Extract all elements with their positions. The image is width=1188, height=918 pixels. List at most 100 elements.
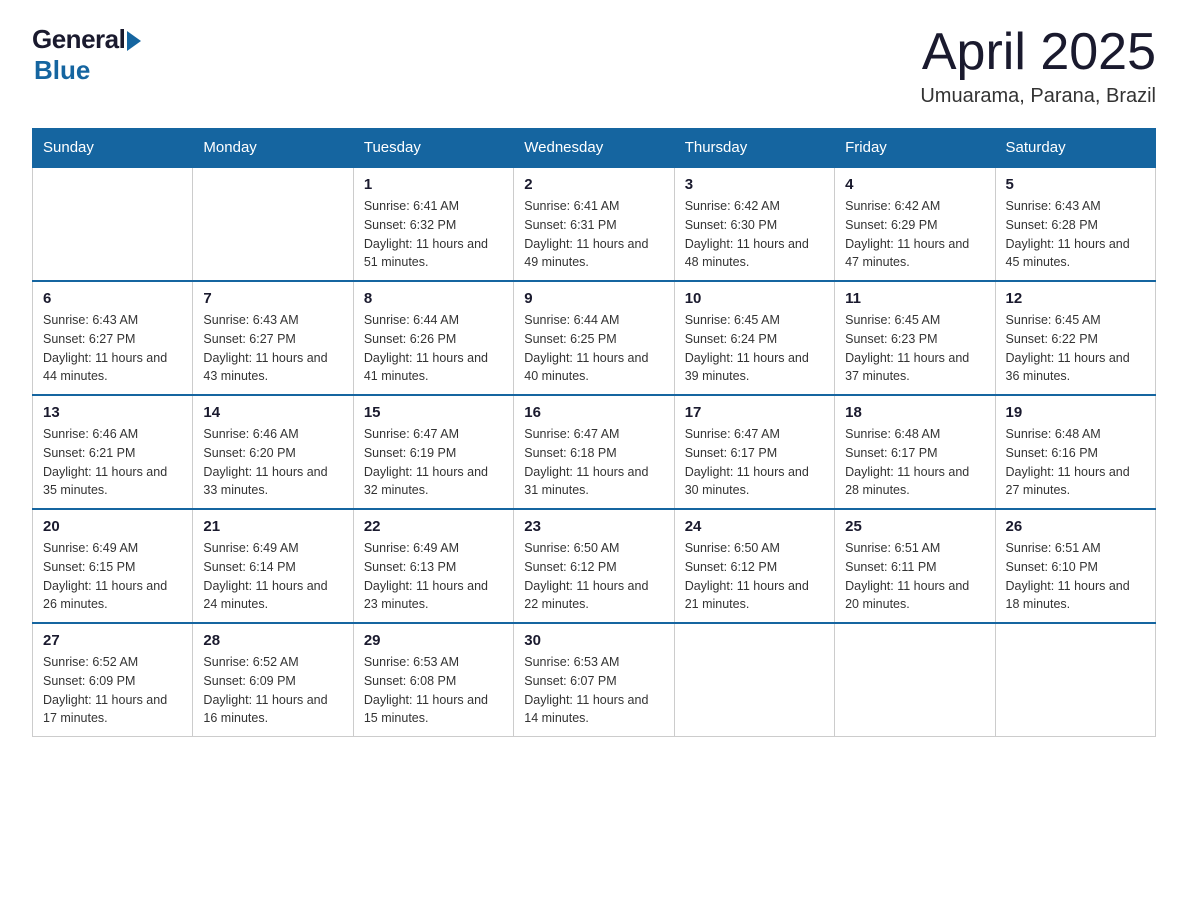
- day-number: 5: [1006, 176, 1145, 193]
- day-info: Sunrise: 6:47 AMSunset: 6:17 PMDaylight:…: [685, 425, 824, 500]
- day-info: Sunrise: 6:44 AMSunset: 6:26 PMDaylight:…: [364, 311, 503, 386]
- day-info: Sunrise: 6:42 AMSunset: 6:30 PMDaylight:…: [685, 197, 824, 272]
- day-info: Sunrise: 6:41 AMSunset: 6:31 PMDaylight:…: [524, 197, 663, 272]
- weekday-header-sunday: Sunday: [33, 129, 193, 168]
- location-text: Umuarama, Parana, Brazil: [920, 85, 1156, 108]
- day-info: Sunrise: 6:47 AMSunset: 6:19 PMDaylight:…: [364, 425, 503, 500]
- calendar-cell: 11 Sunrise: 6:45 AMSunset: 6:23 PMDayligh…: [835, 281, 995, 395]
- day-number: 7: [203, 290, 342, 307]
- day-info: Sunrise: 6:53 AMSunset: 6:08 PMDaylight:…: [364, 653, 503, 728]
- day-info: Sunrise: 6:50 AMSunset: 6:12 PMDaylight:…: [685, 539, 824, 614]
- logo: General Blue: [32, 24, 141, 86]
- calendar-cell: 10Sunrise: 6:45 AMSunset: 6:24 PMDayligh…: [674, 281, 834, 395]
- logo-arrow-icon: [127, 31, 141, 51]
- day-info: Sunrise: 6:53 AMSunset: 6:07 PMDaylight:…: [524, 653, 663, 728]
- day-number: 17: [685, 404, 824, 421]
- logo-blue-text: Blue: [34, 55, 90, 86]
- calendar-cell: [995, 623, 1155, 737]
- day-number: 22: [364, 518, 503, 535]
- day-number: 21: [203, 518, 342, 535]
- day-number: 26: [1006, 518, 1145, 535]
- calendar-cell: 4Sunrise: 6:42 AMSunset: 6:29 PMDaylight…: [835, 167, 995, 281]
- day-number: 23: [524, 518, 663, 535]
- calendar-cell: 16 Sunrise: 6:47 AMSunset: 6:18 PMDayligh…: [514, 395, 674, 509]
- week-row-4: 20 Sunrise: 6:49 AMSunset: 6:15 PMDayligh…: [33, 509, 1156, 623]
- calendar-cell: 26Sunrise: 6:51 AMSunset: 6:10 PMDayligh…: [995, 509, 1155, 623]
- day-info: Sunrise: 6:52 AMSunset: 6:09 PMDaylight:…: [43, 653, 182, 728]
- calendar-cell: [193, 167, 353, 281]
- week-row-2: 6 Sunrise: 6:43 AMSunset: 6:27 PMDaylight…: [33, 281, 1156, 395]
- calendar-cell: [33, 167, 193, 281]
- calendar-table: SundayMondayTuesdayWednesdayThursdayFrid…: [32, 128, 1156, 737]
- calendar-cell: 27 Sunrise: 6:52 AMSunset: 6:09 PMDayligh…: [33, 623, 193, 737]
- weekday-header-tuesday: Tuesday: [353, 129, 513, 168]
- title-block: April 2025 Umuarama, Parana, Brazil: [920, 24, 1156, 108]
- day-info: Sunrise: 6:49 AMSunset: 6:14 PMDaylight:…: [203, 539, 342, 614]
- calendar-cell: 28Sunrise: 6:52 AMSunset: 6:09 PMDayligh…: [193, 623, 353, 737]
- day-number: 4: [845, 176, 984, 193]
- day-number: 30: [524, 632, 663, 649]
- day-number: 18: [845, 404, 984, 421]
- day-number: 1: [364, 176, 503, 193]
- weekday-header-wednesday: Wednesday: [514, 129, 674, 168]
- calendar-cell: 25 Sunrise: 6:51 AMSunset: 6:11 PMDayligh…: [835, 509, 995, 623]
- calendar-cell: 6Sunrise: 6:43 AMSunset: 6:27 PMDaylight…: [33, 281, 193, 395]
- day-info: Sunrise: 6:49 AMSunset: 6:15 PMDaylight:…: [43, 539, 182, 614]
- day-info: Sunrise: 6:44 AMSunset: 6:25 PMDaylight:…: [524, 311, 663, 386]
- day-number: 11: [845, 290, 984, 307]
- month-title: April 2025: [920, 24, 1156, 81]
- calendar-cell: [674, 623, 834, 737]
- day-info: Sunrise: 6:46 AMSunset: 6:21 PMDaylight:…: [43, 425, 182, 500]
- calendar-cell: 30 Sunrise: 6:53 AMSunset: 6:07 PMDayligh…: [514, 623, 674, 737]
- calendar-cell: 13 Sunrise: 6:46 AMSunset: 6:21 PMDayligh…: [33, 395, 193, 509]
- day-number: 20: [43, 518, 182, 535]
- day-number: 10: [685, 290, 824, 307]
- logo-general-text: General: [32, 24, 125, 55]
- calendar-cell: 19 Sunrise: 6:48 AMSunset: 6:16 PMDayligh…: [995, 395, 1155, 509]
- day-info: Sunrise: 6:45 AMSunset: 6:22 PMDaylight:…: [1006, 311, 1145, 386]
- day-number: 24: [685, 518, 824, 535]
- day-number: 25: [845, 518, 984, 535]
- calendar-cell: 15Sunrise: 6:47 AMSunset: 6:19 PMDayligh…: [353, 395, 513, 509]
- day-number: 14: [203, 404, 342, 421]
- weekday-header-row: SundayMondayTuesdayWednesdayThursdayFrid…: [33, 129, 1156, 168]
- day-info: Sunrise: 6:50 AMSunset: 6:12 PMDaylight:…: [524, 539, 663, 614]
- calendar-cell: 22 Sunrise: 6:49 AMSunset: 6:13 PMDayligh…: [353, 509, 513, 623]
- day-info: Sunrise: 6:43 AMSunset: 6:27 PMDaylight:…: [203, 311, 342, 386]
- weekday-header-saturday: Saturday: [995, 129, 1155, 168]
- calendar-cell: 7 Sunrise: 6:43 AMSunset: 6:27 PMDaylight…: [193, 281, 353, 395]
- calendar-cell: 9 Sunrise: 6:44 AMSunset: 6:25 PMDaylight…: [514, 281, 674, 395]
- calendar-cell: 20 Sunrise: 6:49 AMSunset: 6:15 PMDayligh…: [33, 509, 193, 623]
- day-number: 8: [364, 290, 503, 307]
- day-info: Sunrise: 6:48 AMSunset: 6:17 PMDaylight:…: [845, 425, 984, 500]
- day-info: Sunrise: 6:43 AMSunset: 6:28 PMDaylight:…: [1006, 197, 1145, 272]
- calendar-cell: 12 Sunrise: 6:45 AMSunset: 6:22 PMDayligh…: [995, 281, 1155, 395]
- day-info: Sunrise: 6:49 AMSunset: 6:13 PMDaylight:…: [364, 539, 503, 614]
- day-info: Sunrise: 6:48 AMSunset: 6:16 PMDaylight:…: [1006, 425, 1145, 500]
- day-number: 9: [524, 290, 663, 307]
- day-number: 28: [203, 632, 342, 649]
- day-number: 13: [43, 404, 182, 421]
- day-number: 12: [1006, 290, 1145, 307]
- day-number: 6: [43, 290, 182, 307]
- calendar-cell: 18 Sunrise: 6:48 AMSunset: 6:17 PMDayligh…: [835, 395, 995, 509]
- page-header: General Blue April 2025 Umuarama, Parana…: [32, 24, 1156, 108]
- calendar-cell: 2 Sunrise: 6:41 AMSunset: 6:31 PMDaylight…: [514, 167, 674, 281]
- weekday-header-thursday: Thursday: [674, 129, 834, 168]
- weekday-header-friday: Friday: [835, 129, 995, 168]
- calendar-cell: [835, 623, 995, 737]
- calendar-cell: 5 Sunrise: 6:43 AMSunset: 6:28 PMDaylight…: [995, 167, 1155, 281]
- weekday-header-monday: Monday: [193, 129, 353, 168]
- day-number: 3: [685, 176, 824, 193]
- day-info: Sunrise: 6:51 AMSunset: 6:11 PMDaylight:…: [845, 539, 984, 614]
- calendar-cell: 29Sunrise: 6:53 AMSunset: 6:08 PMDayligh…: [353, 623, 513, 737]
- day-number: 2: [524, 176, 663, 193]
- day-number: 16: [524, 404, 663, 421]
- week-row-3: 13 Sunrise: 6:46 AMSunset: 6:21 PMDayligh…: [33, 395, 1156, 509]
- calendar-cell: 23 Sunrise: 6:50 AMSunset: 6:12 PMDayligh…: [514, 509, 674, 623]
- calendar-cell: 24 Sunrise: 6:50 AMSunset: 6:12 PMDayligh…: [674, 509, 834, 623]
- day-number: 19: [1006, 404, 1145, 421]
- day-number: 27: [43, 632, 182, 649]
- day-info: Sunrise: 6:45 AMSunset: 6:23 PMDaylight:…: [845, 311, 984, 386]
- day-info: Sunrise: 6:47 AMSunset: 6:18 PMDaylight:…: [524, 425, 663, 500]
